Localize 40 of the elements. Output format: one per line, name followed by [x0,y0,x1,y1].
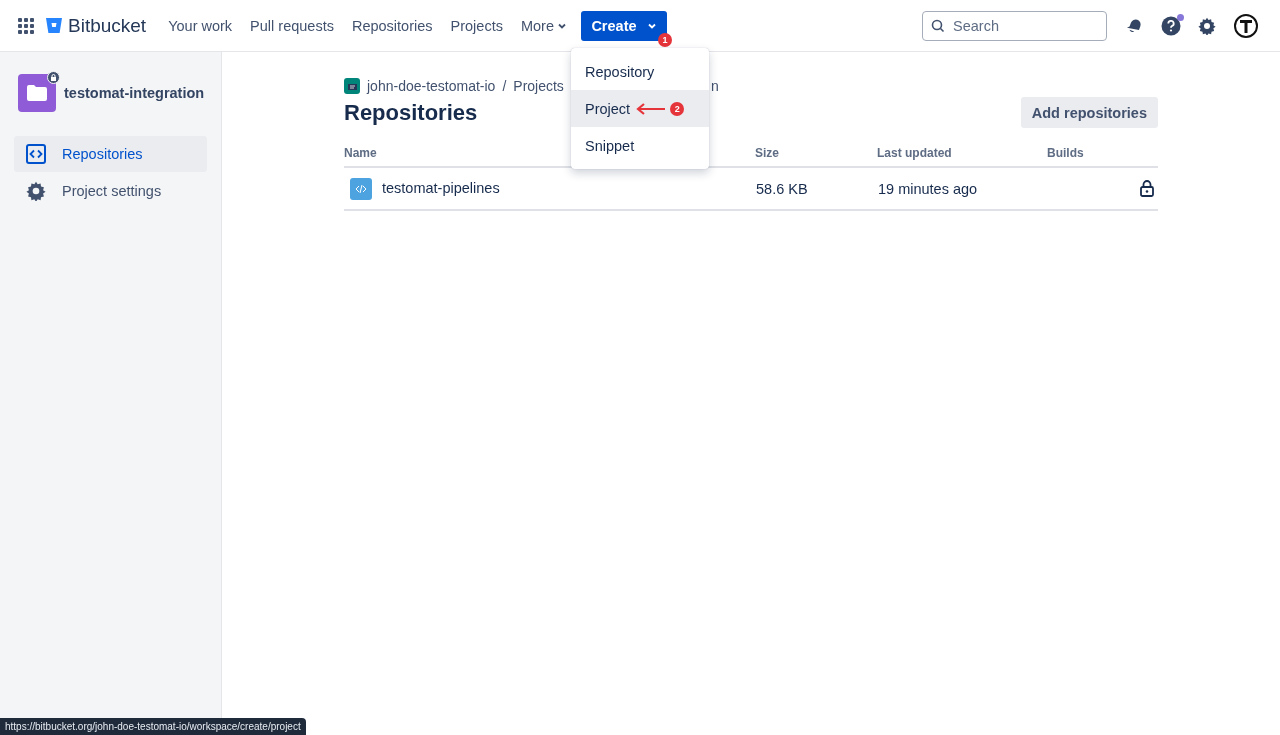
search-icon [931,18,945,33]
breadcrumb-link[interactable]: Projects [513,78,564,94]
breadcrumb-link[interactable]: n [710,78,719,94]
menu-item[interactable]: Snippet [571,127,709,164]
breadcrumb-link[interactable]: john-doe-testomat-io [367,78,496,94]
workspace-icon [344,78,360,94]
nav-link[interactable]: Projects [450,17,503,34]
status-url: https://bitbucket.org/john-doe-testomat-io/workspace/create/project [0,718,306,735]
settings-icon[interactable] [1198,16,1216,35]
bucket-logo-icon [46,18,62,33]
menu-item[interactable]: Repository [571,53,709,90]
more-menu[interactable]: More [520,17,567,34]
repository-link[interactable]: testomat-pipelines [382,179,500,196]
column-header: Name [344,146,377,160]
last-updated: 19 minutes ago [878,180,978,197]
breadcrumb-separator: / [502,78,507,94]
app-grid-icon[interactable] [18,17,34,34]
notification-bell-icon[interactable] [1125,16,1143,35]
column-header: Last updated [877,146,952,160]
column-header: Size [755,146,779,160]
repository-size: 58.6 KB [756,180,808,197]
sidebar-item[interactable]: Project settings [14,173,207,209]
repository-icon [350,177,372,200]
help-icon[interactable] [1161,15,1181,36]
product-name: Bitbucket [68,14,147,37]
project-name: testomat-integration [64,85,205,101]
nav-link[interactable]: Pull requests [250,17,334,34]
search-field[interactable]: Search [922,10,1107,41]
column-header: Builds [1047,146,1084,160]
add-repositories-button[interactable]: Add repositories [1020,97,1158,128]
settings-icon [26,181,46,201]
step-badge: 2 [670,101,685,116]
pointer-arrow-icon [636,102,667,115]
page-title: Repositories [344,99,478,126]
sidebar-item[interactable]: Repositories [14,136,207,172]
nav-link[interactable]: Your work [168,17,233,34]
nav-link[interactable]: Repositories [351,17,433,34]
code-icon [26,144,46,164]
menu-item[interactable]: Project 2 [571,90,709,127]
avatar-icon[interactable] [1234,13,1258,38]
